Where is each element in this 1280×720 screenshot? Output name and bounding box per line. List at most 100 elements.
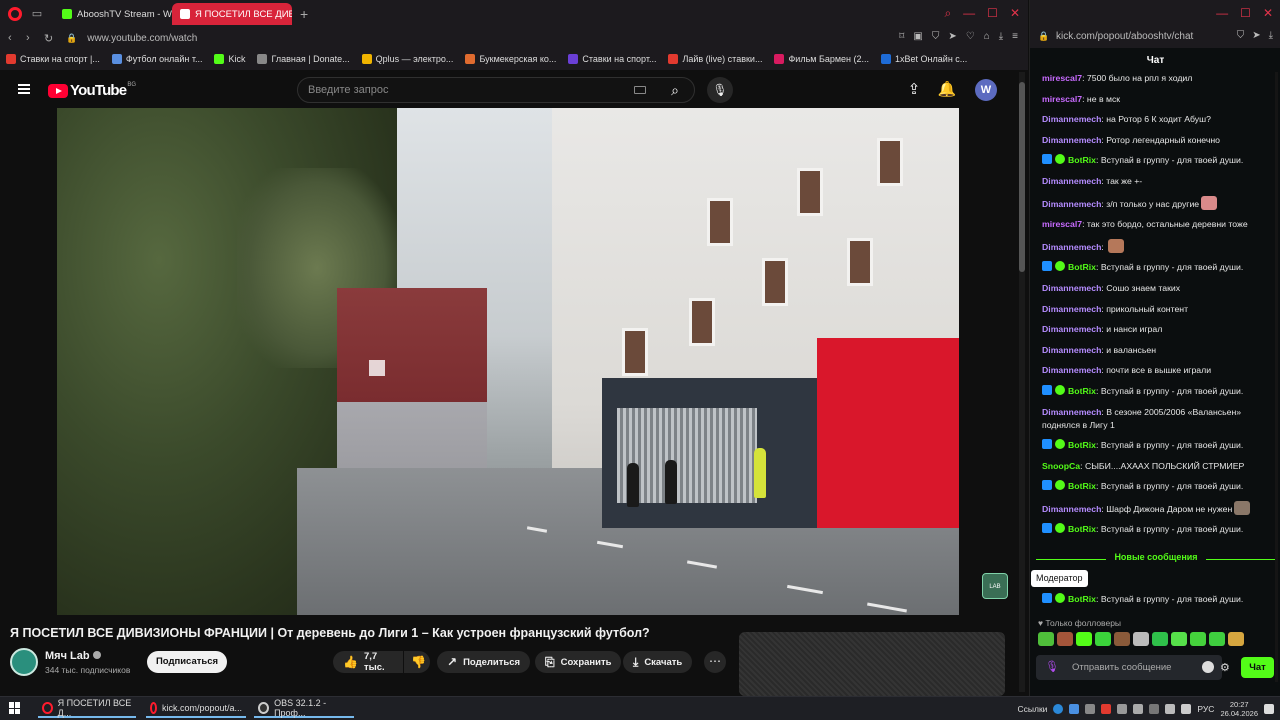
bookmark-item[interactable]: Букмекерская ко... (465, 54, 556, 64)
emote[interactable] (1114, 632, 1130, 646)
chat-message[interactable]: Dimannemech: В сезоне 2005/2006 «Валансь… (1042, 406, 1274, 432)
app-tray-icon[interactable] (1101, 704, 1112, 714)
verified-badge-icon[interactable] (1055, 523, 1065, 534)
forward-icon[interactable]: › (26, 32, 40, 44)
network-icon[interactable] (1165, 704, 1176, 714)
emote[interactable] (1171, 632, 1187, 646)
tab-youtube-video[interactable]: Я ПОСЕТИЛ ВСЕ ДИВ (172, 3, 292, 25)
bot-badge-icon[interactable] (1042, 480, 1052, 491)
chat-username[interactable]: Dimannemech (1042, 365, 1101, 375)
chat-message[interactable]: Dimannemech: Сошо знаем таких (1042, 282, 1274, 295)
minimize-icon[interactable]: — (1216, 6, 1228, 20)
chat-message[interactable]: Dimannemech: Ротор легендарный конечно (1042, 134, 1274, 147)
search-icon[interactable]: ⌕ (660, 78, 690, 102)
youtube-logo[interactable]: YouTube BG (48, 82, 136, 99)
save-button[interactable]: ⎘ Сохранить (535, 651, 622, 673)
chat-message[interactable]: BotRix: Вступай в группу - для твоей душ… (1042, 154, 1274, 167)
extensions-icon[interactable]: ⌂ (984, 31, 990, 42)
verified-badge-icon[interactable] (1055, 480, 1065, 491)
search-tabs-icon[interactable]: ⌕ (944, 6, 951, 21)
chat-username[interactable]: Dimannemech (1042, 345, 1101, 355)
tab-kick-stream[interactable]: AbooshTV Stream - Watch (54, 3, 172, 25)
app-tray-icon[interactable] (1117, 704, 1128, 714)
links-toolbar[interactable]: Ссылки (1017, 704, 1047, 714)
hamburger-menu-icon[interactable] (18, 84, 30, 94)
chat-message[interactable]: BotRix: Вступай в группу - для твоей душ… (1042, 439, 1274, 452)
download-icon[interactable]: ⤓ (999, 31, 1003, 42)
chat-message[interactable]: mirescal7: не в мск (1042, 93, 1274, 106)
emote[interactable] (1038, 632, 1054, 646)
heart-icon[interactable]: ♡ (966, 31, 975, 42)
chat-message[interactable]: Dimannemech: на Ротор 6 К ходит Абуш? (1042, 113, 1274, 126)
chat-send-button[interactable]: Чат (1241, 657, 1274, 678)
volume-icon[interactable] (1181, 704, 1192, 714)
chat-message[interactable]: Dimannemech: Шарф Дижона Даром не нужен (1042, 500, 1274, 516)
chat-message[interactable]: BotRix: Вступай в группу - для твоей душ… (1042, 384, 1274, 398)
maximize-icon[interactable]: ☐ (1240, 6, 1251, 20)
app-tray-icon[interactable] (1085, 704, 1096, 714)
minimize-icon[interactable]: — (963, 6, 975, 21)
verified-badge-icon[interactable] (1055, 261, 1065, 272)
lock-icon[interactable]: 🔒 (66, 33, 77, 44)
bookmark-item[interactable]: Главная | Donate... (257, 54, 350, 64)
notifications-bell-icon[interactable]: 🔔 (937, 80, 957, 100)
bot-badge-icon[interactable] (1042, 592, 1052, 603)
account-avatar[interactable]: W (975, 79, 997, 101)
bookmark-item[interactable]: Фильм Бармен (2... (774, 54, 869, 64)
chat-message[interactable]: mirescal7: 7500 было на рпл я ходил (1042, 72, 1274, 85)
chat-message[interactable]: BotRix: Вступай в группу - для твоей душ… (1042, 480, 1274, 493)
keyboard-icon[interactable] (634, 86, 646, 94)
bookmark-icon[interactable]: ⌑ (899, 31, 904, 42)
language-indicator[interactable]: РУС (1197, 704, 1214, 714)
bot-badge-icon[interactable] (1042, 523, 1052, 534)
url-field[interactable]: kick.com/popout/abooshtv/chat (1056, 31, 1193, 42)
chat-message-list[interactable]: mirescal7: 7500 было на рпл я ходил mires… (1042, 72, 1274, 544)
bookmark-item[interactable]: Ставки на спорт... (568, 54, 656, 64)
verified-badge-icon[interactable] (1055, 592, 1065, 603)
bookmark-item[interactable]: Футбол онлайн т... (111, 54, 202, 64)
chat-username[interactable]: Dimannemech (1042, 242, 1101, 252)
chat-emote[interactable] (1201, 195, 1218, 210)
close-icon[interactable]: ✕ (1010, 6, 1020, 21)
windows-start-icon[interactable] (9, 702, 21, 714)
chat-message-input[interactable]: 🎙 Отправить сообщение (1036, 655, 1222, 680)
channel-name[interactable]: Мяч Lab (45, 650, 101, 662)
system-clock[interactable]: 20:27 26.04.2026 (1220, 700, 1258, 718)
upload-icon[interactable]: ⇪ (904, 80, 924, 100)
screenshot-icon[interactable]: ▣ (913, 31, 922, 42)
shield-icon[interactable]: ⛉ (932, 31, 940, 42)
taskbar-item-opera-youtube[interactable]: Я ПОСЕТИЛ ВСЕ Д... (38, 698, 136, 718)
chat-username[interactable]: BotRix (1068, 594, 1096, 604)
chat-message[interactable]: SnoopCa: СЫБИ....АХААХ ПОЛЬСКИЙ СТРМИЕР (1042, 460, 1274, 473)
emote[interactable] (1152, 632, 1168, 646)
opera-logo-icon[interactable] (8, 7, 22, 21)
verified-badge-icon[interactable] (1055, 384, 1065, 395)
bookmark-item[interactable]: Лайв (live) ставки... (668, 54, 762, 64)
edge-icon[interactable] (1053, 704, 1064, 714)
chat-message[interactable]: Dimannemech: и нанси играл (1042, 323, 1274, 336)
chat-username[interactable]: Dimannemech (1042, 304, 1101, 314)
maximize-icon[interactable]: ☐ (987, 6, 998, 21)
reload-icon[interactable]: ↻ (44, 32, 58, 45)
channel-avatar[interactable] (10, 648, 38, 676)
taskbar-item-opera-kick[interactable]: kick.com/popout/a... (146, 699, 246, 718)
subscribe-button[interactable]: Подписаться (147, 651, 227, 673)
dislike-button[interactable]: 👎 (404, 651, 430, 673)
chat-message[interactable]: Dimannemech: так же +- (1042, 175, 1274, 188)
send-icon[interactable]: ➤ (948, 31, 956, 42)
chat-username[interactable]: Dimannemech (1042, 324, 1101, 334)
send-icon[interactable]: ➤ (1252, 30, 1260, 41)
verified-badge-icon[interactable] (1055, 439, 1065, 450)
menu-icon[interactable]: ≡ (1012, 31, 1018, 42)
chat-message[interactable]: Dimannemech: прикольный контент (1042, 303, 1274, 316)
chat-emote[interactable] (1108, 238, 1125, 253)
channel-watermark[interactable]: LAB (982, 573, 1008, 599)
emote[interactable] (1076, 632, 1092, 646)
microphone-icon[interactable]: 🎙 (1044, 659, 1060, 675)
bookmark-item[interactable]: Qplus — электро... (361, 54, 453, 64)
page-scrollbar[interactable] (1019, 72, 1025, 692)
chat-username[interactable]: Dimannemech (1042, 114, 1101, 124)
tab-menu-icon[interactable]: ▭ (30, 7, 44, 21)
bookmark-item[interactable]: Kick (214, 54, 245, 64)
chat-message[interactable]: Dimannemech: и валансьен (1042, 344, 1274, 357)
